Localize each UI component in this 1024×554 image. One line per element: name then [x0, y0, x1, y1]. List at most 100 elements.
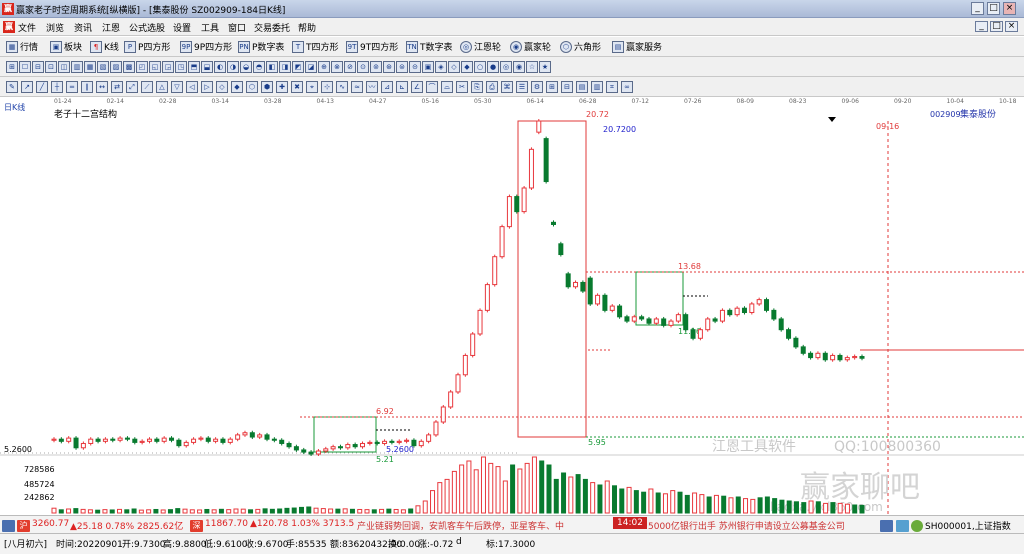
- draw-tool-24[interactable]: ≈: [351, 81, 363, 93]
- tool-button-22[interactable]: ◨: [279, 61, 291, 73]
- draw-tool-18[interactable]: ⬢: [261, 81, 273, 93]
- menu-file[interactable]: 文件: [18, 21, 36, 34]
- tool-button-19[interactable]: ◒: [240, 61, 252, 73]
- mdi-close-button[interactable]: ×: [1005, 21, 1018, 32]
- grid-icon[interactable]: [2, 520, 15, 532]
- tool-button-11[interactable]: ◰: [136, 61, 148, 73]
- tool-button-39[interactable]: ◎: [500, 61, 512, 73]
- draw-tool-35[interactable]: ☰: [516, 81, 528, 93]
- draw-tool-16[interactable]: ◆: [231, 81, 243, 93]
- draw-tool-28[interactable]: ∠: [411, 81, 423, 93]
- menu-gann[interactable]: 江恩: [102, 21, 120, 34]
- tool-button-41[interactable]: ☆: [526, 61, 538, 73]
- tool-button-5[interactable]: ◫: [58, 61, 70, 73]
- draw-tool-11[interactable]: △: [156, 81, 168, 93]
- minimize-button[interactable]: _: [971, 2, 984, 15]
- mdi-restore-button[interactable]: □: [990, 21, 1003, 32]
- menu-info[interactable]: 资讯: [74, 21, 92, 34]
- draw-tool-1[interactable]: ✎: [6, 81, 18, 93]
- info-icon[interactable]: [896, 520, 909, 532]
- draw-tool-39[interactable]: ▤: [576, 81, 588, 93]
- tool-button-6[interactable]: ▥: [71, 61, 83, 73]
- tool-button-42[interactable]: ★: [539, 61, 551, 73]
- draw-tool-10[interactable]: ⟋: [141, 81, 153, 93]
- tool-button-28[interactable]: ⊙: [357, 61, 369, 73]
- menu-browse[interactable]: 浏览: [46, 21, 64, 34]
- tool-button-16[interactable]: ⬓: [201, 61, 213, 73]
- draw-tool-30[interactable]: ⌓: [441, 81, 453, 93]
- menu-formula[interactable]: 公式选股: [129, 21, 165, 34]
- tool-button-13[interactable]: ◲: [162, 61, 174, 73]
- tool-button-32[interactable]: ⊝: [409, 61, 421, 73]
- 9t-square-button[interactable]: 9T 9T四方形: [346, 40, 398, 53]
- tool-button-20[interactable]: ◓: [253, 61, 265, 73]
- tool-button-29[interactable]: ⊚: [370, 61, 382, 73]
- draw-tool-2[interactable]: ↗: [21, 81, 33, 93]
- 9p-square-button[interactable]: 9P 9P四方形: [180, 40, 232, 53]
- hexagon-button[interactable]: ⬡ 六角形: [560, 40, 601, 53]
- quotes-button[interactable]: ▦ 行情: [6, 40, 38, 53]
- tool-button-27[interactable]: ⊘: [344, 61, 356, 73]
- draw-tool-41[interactable]: ⌗: [606, 81, 618, 93]
- tool-button-26[interactable]: ⊗: [331, 61, 343, 73]
- tool-button-1[interactable]: ⊞: [6, 61, 18, 73]
- draw-tool-21[interactable]: ⌖: [306, 81, 318, 93]
- menu-settings[interactable]: 设置: [173, 21, 191, 34]
- sector-button[interactable]: ▣ 板块: [50, 40, 82, 53]
- draw-tool-3[interactable]: ╱: [36, 81, 48, 93]
- tool-button-35[interactable]: ◇: [448, 61, 460, 73]
- t-square-button[interactable]: T T四方形: [292, 40, 339, 53]
- draw-tool-33[interactable]: ⎙: [486, 81, 498, 93]
- tool-button-36[interactable]: ◆: [461, 61, 473, 73]
- tool-button-24[interactable]: ◪: [305, 61, 317, 73]
- menu-help[interactable]: 帮助: [298, 21, 316, 34]
- tool-button-12[interactable]: ◱: [149, 61, 161, 73]
- draw-tool-12[interactable]: ▽: [171, 81, 183, 93]
- tool-button-18[interactable]: ◑: [227, 61, 239, 73]
- draw-tool-37[interactable]: ⊞: [546, 81, 558, 93]
- draw-tool-23[interactable]: ∿: [336, 81, 348, 93]
- draw-tool-17[interactable]: ⬡: [246, 81, 258, 93]
- kline-chart[interactable]: 01-24 02-14 02-28 03-14 03-28 04-13 04-27 05-16…: [0, 97, 1024, 515]
- draw-tool-26[interactable]: ⊿: [381, 81, 393, 93]
- tool-button-14[interactable]: ◳: [175, 61, 187, 73]
- draw-tool-8[interactable]: ⇄: [111, 81, 123, 93]
- t-number-button[interactable]: TN T数字表: [406, 40, 453, 53]
- close-button[interactable]: ×: [1003, 2, 1016, 15]
- draw-tool-9[interactable]: ⤢: [126, 81, 138, 93]
- draw-tool-29[interactable]: ⌒: [426, 81, 438, 93]
- chart-area[interactable]: 01-24 02-14 02-28 03-14 03-28 04-13 04-27 05-16…: [0, 97, 1024, 515]
- tool-button-38[interactable]: ●: [487, 61, 499, 73]
- tool-button-3[interactable]: ⊟: [32, 61, 44, 73]
- draw-tool-5[interactable]: ═: [66, 81, 78, 93]
- tool-button-21[interactable]: ◧: [266, 61, 278, 73]
- tool-button-40[interactable]: ◉: [513, 61, 525, 73]
- settings-icon[interactable]: [880, 520, 893, 532]
- news-ticker[interactable]: 产业链弱势回调，安凯客车午后跌停，亚星客车、中: [357, 519, 564, 532]
- maximize-button[interactable]: □: [987, 2, 1000, 15]
- service-button[interactable]: ▤ 赢家服务: [612, 40, 662, 53]
- tool-button-10[interactable]: ▩: [123, 61, 135, 73]
- draw-tool-6[interactable]: ∥: [81, 81, 93, 93]
- kline-button[interactable]: ¶ K线: [90, 40, 119, 53]
- draw-tool-42[interactable]: ∞: [621, 81, 633, 93]
- tool-button-23[interactable]: ◩: [292, 61, 304, 73]
- draw-tool-36[interactable]: ⚙: [531, 81, 543, 93]
- draw-tool-19[interactable]: ✚: [276, 81, 288, 93]
- p-square-button[interactable]: P P四方形: [124, 40, 170, 53]
- draw-tool-4[interactable]: ┼: [51, 81, 63, 93]
- tool-button-31[interactable]: ⊜: [396, 61, 408, 73]
- winner-wheel-button[interactable]: ◉ 赢家轮: [510, 40, 551, 53]
- draw-tool-15[interactable]: ◇: [216, 81, 228, 93]
- menu-window[interactable]: 窗口: [228, 21, 246, 34]
- tool-button-9[interactable]: ▨: [110, 61, 122, 73]
- draw-tool-31[interactable]: ✂: [456, 81, 468, 93]
- draw-tool-7[interactable]: ↔: [96, 81, 108, 93]
- tool-button-8[interactable]: ▧: [97, 61, 109, 73]
- news-ticker-2[interactable]: 5000亿银行出手 苏州银行申请设立公募基金公司: [648, 519, 845, 532]
- menu-trade[interactable]: 交易委托: [254, 21, 290, 34]
- draw-tool-20[interactable]: ✖: [291, 81, 303, 93]
- draw-tool-40[interactable]: ▥: [591, 81, 603, 93]
- tool-button-37[interactable]: ○: [474, 61, 486, 73]
- tool-button-15[interactable]: ⬒: [188, 61, 200, 73]
